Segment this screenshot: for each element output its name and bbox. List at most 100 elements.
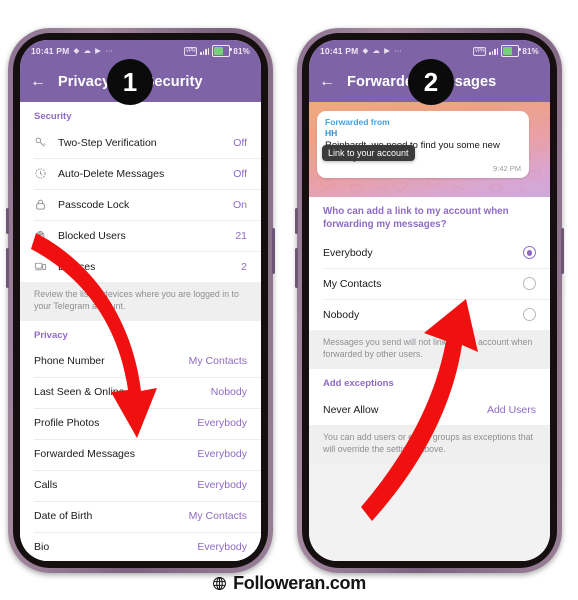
step-badge-1: 1: [107, 59, 153, 105]
back-arrow-icon[interactable]: ←: [30, 74, 52, 90]
row-value: My Contacts: [188, 355, 247, 368]
row-label: Auto-Delete Messages: [58, 167, 165, 180]
row-bio[interactable]: Bio Everybody: [20, 531, 261, 561]
row-date-of-birth[interactable]: Date of Birth My Contacts: [20, 500, 261, 532]
row-forwarded-messages[interactable]: Forwarded Messages Everybody: [20, 438, 261, 470]
footer-watermark: Followeran.com: [0, 570, 578, 596]
option-my-contacts[interactable]: My Contacts: [309, 268, 550, 300]
devices-icon: [34, 260, 58, 273]
row-label: Forwarded Messages: [34, 448, 135, 461]
radio-button-selected[interactable]: [523, 246, 536, 260]
brand-name: Followeran.com: [233, 572, 366, 593]
row-last-seen-online[interactable]: Last Seen & Online Nobody: [20, 376, 261, 408]
cloud-icon: ☁: [83, 46, 92, 56]
row-label: Bio: [34, 541, 50, 554]
vpn-icon: VPN: [183, 46, 198, 56]
signal-icon: [489, 47, 499, 55]
forwarded-messages-screen[interactable]: Forwarded from HH Reinhardt, we need to …: [309, 102, 550, 561]
vpn-icon: VPN: [472, 46, 487, 56]
row-passcode-lock[interactable]: Passcode Lock On: [20, 189, 261, 220]
privacy-options-group: Who can add a link to my account when fo…: [309, 197, 550, 331]
phone-mockup-left: 10:41 PM ◆ ☁ ▶ ⋯ VPN 81% ← Privacy and S…: [6, 28, 275, 573]
row-value: On: [232, 198, 247, 211]
battery-icon: [212, 45, 232, 57]
chat-icon: ◆: [73, 46, 80, 56]
cloud-icon: ☁: [372, 46, 381, 56]
radio-button[interactable]: [523, 277, 536, 291]
options-question: Who can add a link to my account when fo…: [323, 206, 509, 230]
screenshot-stage: 10:41 PM ◆ ☁ ▶ ⋯ VPN 81% ← Privacy and S…: [0, 0, 578, 600]
row-phone-number[interactable]: Phone Number My Contacts: [20, 345, 261, 377]
row-label: Devices: [58, 260, 96, 273]
forwarded-from-name[interactable]: HH: [325, 128, 521, 139]
section-header-add-exceptions: Add exceptions: [323, 378, 394, 390]
row-auto-delete-messages[interactable]: Auto-Delete Messages Off: [20, 158, 261, 189]
signal-icon: [200, 47, 210, 55]
status-bar-left: 10:41 PM ◆ ☁ ▶ ⋯: [320, 46, 402, 56]
volume-up-button[interactable]: [6, 208, 9, 234]
option-label: My Contacts: [323, 277, 382, 290]
status-time: 10:41 PM: [320, 46, 359, 56]
volume-down-button[interactable]: [6, 248, 9, 288]
row-label: Last Seen & Online: [34, 386, 125, 399]
section-header-security: Security: [34, 111, 72, 122]
phone-screen-right: 10:41 PM ◆ ☁ ▶ ⋯ VPN 81% ← Forwarded Mes…: [309, 40, 550, 561]
play-icon: ▶: [384, 46, 391, 56]
volume-down-button[interactable]: [295, 248, 298, 288]
row-profile-photos[interactable]: Profile Photos Everybody: [20, 407, 261, 439]
row-label: Calls: [34, 479, 58, 492]
play-icon: ▶: [95, 46, 102, 56]
option-label: Nobody: [323, 308, 360, 321]
row-value: Off: [233, 167, 247, 180]
row-label: Profile Photos: [34, 417, 100, 430]
hand-icon: [34, 229, 58, 242]
row-value: My Contacts: [188, 510, 247, 523]
row-value: Everybody: [197, 479, 247, 492]
row-label: Passcode Lock: [58, 198, 130, 211]
message-time: 9:42 PM: [493, 164, 521, 174]
volume-up-button[interactable]: [295, 208, 298, 234]
row-two-step-verification[interactable]: Two-Step Verification Off: [20, 127, 261, 158]
key-icon: [34, 136, 58, 149]
settings-list[interactable]: Security Two-Step Verification Off Auto-…: [20, 102, 261, 561]
status-bar: 10:41 PM ◆ ☁ ▶ ⋯ VPN 81%: [20, 40, 261, 62]
phone-mockup-right: 10:41 PM ◆ ☁ ▶ ⋯ VPN 81% ← Forwarded Mes…: [295, 28, 564, 573]
row-calls[interactable]: Calls Everybody: [20, 469, 261, 501]
radio-button[interactable]: [523, 308, 536, 322]
more-icon: ⋯: [105, 46, 113, 56]
status-bar-right: VPN 81%: [472, 45, 539, 57]
chat-preview: Forwarded from HH Reinhardt, we need to …: [309, 102, 550, 197]
option-nobody[interactable]: Nobody: [309, 299, 550, 331]
link-to-account-tooltip: Link to your account: [322, 145, 415, 161]
row-label: Blocked Users: [58, 229, 126, 242]
option-label: Everybody: [323, 246, 373, 259]
power-button[interactable]: [272, 228, 275, 274]
row-value: 21: [235, 229, 247, 242]
exceptions-group: Add exceptions Never Allow Add Users: [309, 369, 550, 426]
row-never-allow[interactable]: Never Allow Add Users: [309, 394, 550, 426]
row-blocked-users[interactable]: Blocked Users 21: [20, 220, 261, 251]
devices-caption: Review the list of devices where you are…: [20, 282, 261, 321]
globe-icon: [213, 576, 227, 590]
battery-percent: 81%: [233, 46, 250, 56]
battery-percent: 81%: [522, 46, 539, 56]
section-header-privacy: Privacy: [34, 329, 68, 341]
power-button[interactable]: [561, 228, 564, 274]
row-value: Everybody: [197, 448, 247, 461]
status-bar-right: VPN 81%: [183, 45, 250, 57]
privacy-section: Privacy Phone Number My Contacts Last Se…: [20, 320, 261, 561]
row-value: Everybody: [197, 541, 247, 554]
row-value: 2: [241, 260, 247, 273]
forwarded-from-label: Forwarded from: [325, 117, 390, 127]
row-label: Two-Step Verification: [58, 136, 157, 149]
security-section: Security Two-Step Verification Off Auto-…: [20, 102, 261, 282]
add-users-link[interactable]: Add Users: [487, 404, 536, 416]
back-arrow-icon[interactable]: ←: [319, 74, 341, 90]
status-time: 10:41 PM: [31, 46, 70, 56]
exceptions-caption: You can add users or entire groups as ex…: [309, 425, 550, 464]
option-everybody[interactable]: Everybody: [309, 237, 550, 269]
row-devices[interactable]: Devices 2: [20, 251, 261, 282]
step-badge-2: 2: [408, 59, 454, 105]
options-caption: Messages you send will not link to your …: [309, 330, 550, 370]
row-label: Date of Birth: [34, 510, 93, 523]
